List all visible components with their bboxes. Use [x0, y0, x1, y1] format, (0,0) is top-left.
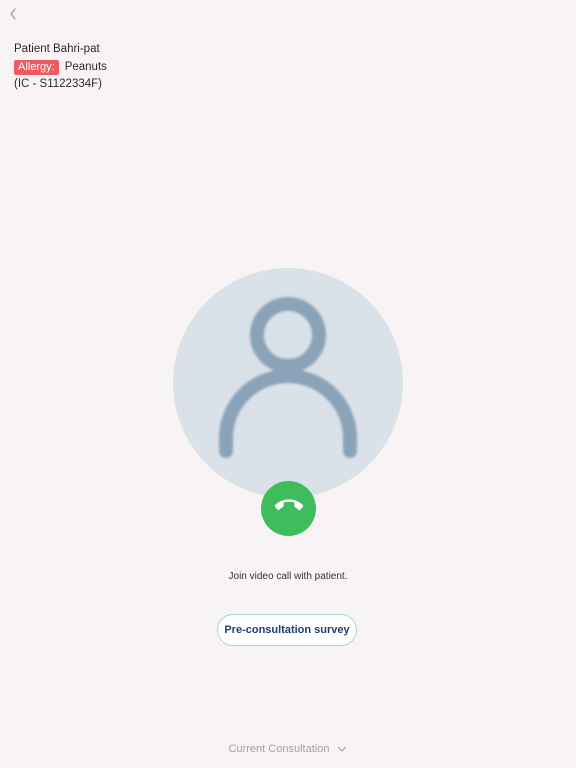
patient-avatar: [173, 268, 403, 498]
allergy-badge: Allergy:: [14, 60, 59, 75]
allergy-row: Allergy: Peanuts: [14, 59, 107, 76]
chevron-left-icon: [8, 7, 18, 26]
join-call-text: Join video call with patient.: [228, 571, 348, 582]
phone-icon: [274, 492, 303, 525]
patient-info: Patient Bahri-pat Allergy: Peanuts (IC -…: [14, 41, 107, 93]
chevron-down-icon: [337, 746, 347, 753]
current-consultation-toggle[interactable]: Current Consultation: [0, 743, 576, 755]
join-call-button[interactable]: [261, 481, 316, 536]
current-consultation-label: Current Consultation: [228, 743, 330, 755]
pre-consultation-survey-button[interactable]: Pre-consultation survey: [217, 614, 357, 646]
allergy-value: Peanuts: [64, 61, 107, 73]
patient-name: Patient Bahri-pat: [14, 43, 100, 55]
person-icon: [219, 297, 357, 458]
back-button[interactable]: [4, 6, 22, 26]
patient-ic: (IC - S1122334F): [14, 78, 102, 90]
